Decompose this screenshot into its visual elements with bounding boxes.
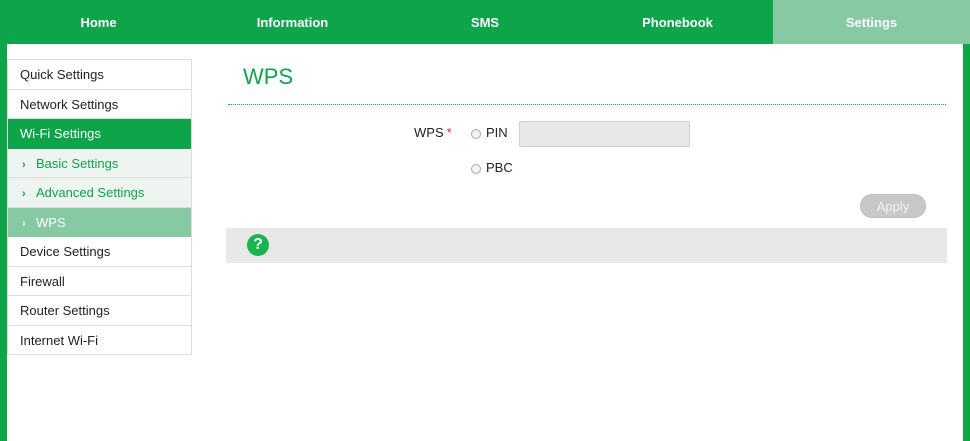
chevron-right-icon: › — [22, 217, 26, 230]
title-divider — [228, 104, 946, 105]
top-nav: Home Information SMS Phonebook Settings — [0, 0, 970, 44]
frame-left-border — [0, 44, 7, 441]
sidebar-item-firewall[interactable]: Firewall — [8, 267, 191, 296]
sidebar-item-wifi-settings[interactable]: Wi-Fi Settings — [8, 119, 191, 149]
tab-home[interactable]: Home — [0, 0, 197, 44]
pin-radio-label: PIN — [486, 125, 508, 140]
sidebar-item-label: Firewall — [20, 273, 65, 289]
help-icon[interactable]: ? — [247, 234, 269, 256]
help-bar: ? — [226, 228, 947, 263]
sidebar-item-label: Basic Settings — [36, 155, 119, 171]
pin-input[interactable] — [519, 121, 690, 147]
sidebar-item-label: Network Settings — [20, 96, 119, 112]
sidebar-item-label: WPS — [36, 214, 66, 230]
frame-right-border — [963, 44, 970, 441]
tab-settings[interactable]: Settings — [773, 0, 970, 44]
sidebar-item-label: Wi-Fi Settings — [20, 126, 101, 141]
sidebar-item-label: Internet Wi-Fi — [20, 332, 99, 348]
sidebar-item-label: Device Settings — [20, 244, 111, 259]
page-title: WPS — [243, 64, 294, 89]
pbc-radio-label: PBC — [486, 160, 513, 175]
sidebar-item-label: Router Settings — [20, 303, 110, 318]
wps-label-text: WPS — [414, 125, 444, 140]
sidebar-item-quick-settings[interactable]: Quick Settings — [8, 60, 191, 90]
chevron-right-icon: › — [22, 158, 26, 171]
sidebar-item-router-settings[interactable]: Router Settings — [8, 296, 191, 326]
sidebar-subitem-advanced-settings[interactable]: › Advanced Settings — [8, 178, 191, 208]
wps-field-label: WPS * — [414, 125, 452, 140]
sidebar-subitem-basic-settings[interactable]: › Basic Settings — [8, 148, 191, 178]
chevron-right-icon: › — [22, 188, 26, 200]
sidebar-item-network-settings[interactable]: Network Settings — [8, 90, 191, 119]
sidebar-subitem-wps[interactable]: › WPS — [8, 207, 191, 237]
sidebar: Quick Settings Network Settings Wi-Fi Se… — [7, 59, 192, 355]
sidebar-item-label: Quick Settings — [20, 67, 104, 82]
sidebar-item-device-settings[interactable]: Device Settings — [8, 237, 191, 267]
sidebar-item-internet-wifi[interactable]: Internet Wi-Fi — [8, 326, 191, 355]
pin-radio[interactable] — [471, 129, 481, 139]
tab-information[interactable]: Information — [197, 0, 388, 44]
sidebar-item-label: Advanced Settings — [36, 185, 145, 200]
required-mark: * — [446, 125, 452, 140]
tab-phonebook[interactable]: Phonebook — [582, 0, 773, 44]
apply-button[interactable]: Apply — [860, 194, 926, 218]
tab-sms[interactable]: SMS — [388, 0, 582, 44]
pbc-radio[interactable] — [471, 164, 481, 174]
